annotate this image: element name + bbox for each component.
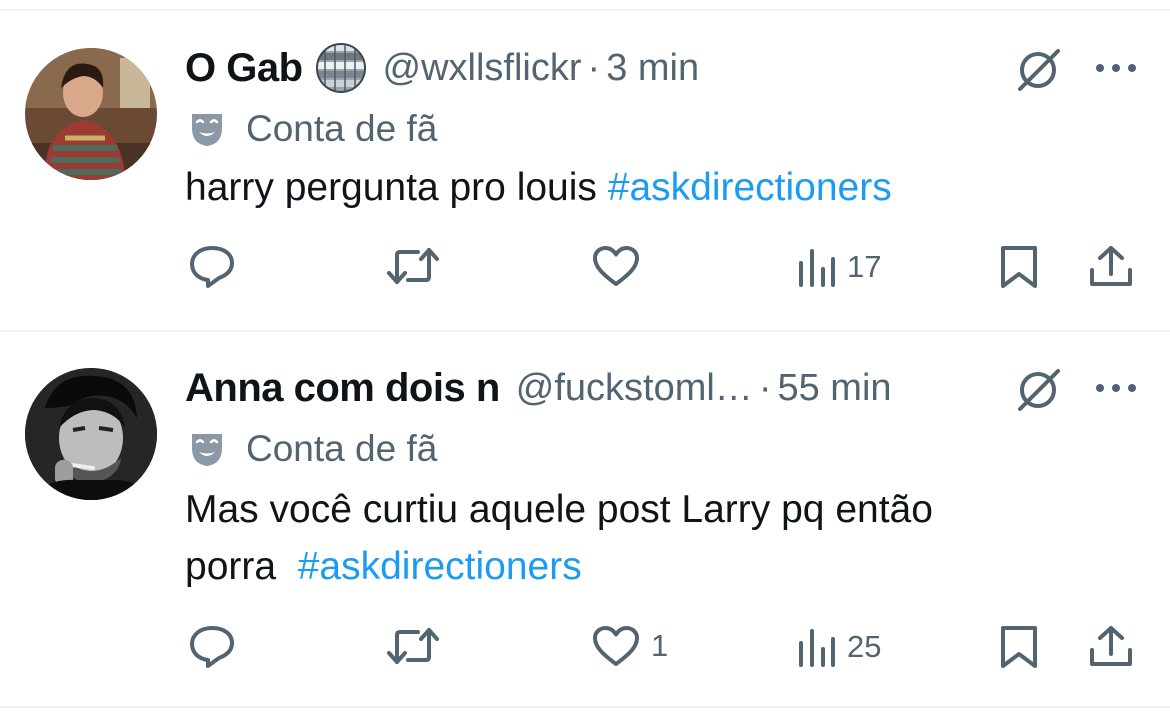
reply-icon — [190, 626, 234, 668]
account-label-text: Conta de fã — [246, 428, 438, 469]
more-options-icon[interactable] — [1093, 381, 1139, 395]
avatar[interactable] — [25, 48, 157, 180]
tweet-header: O Gab @wxllsflickr · 3 min — [185, 40, 699, 96]
retweet-icon — [387, 248, 439, 284]
tweet-header: Anna com dois n @fuckstoml… · 55 min — [185, 360, 892, 416]
user-handle[interactable]: @wxllsflickr — [383, 47, 582, 90]
retweet-icon — [387, 628, 439, 664]
tweet-text-line: Mas você curtiu aquele post Larry pq ent… — [185, 488, 933, 531]
hashtag-link[interactable]: #askdirectioners — [298, 545, 582, 588]
hashtag-link[interactable]: #askdirectioners — [608, 166, 892, 209]
separator-dot: · — [587, 46, 601, 89]
share-button[interactable] — [1088, 624, 1134, 668]
bookmark-icon — [1001, 246, 1037, 288]
tweet-2[interactable]: Anna com dois n @fuckstoml… · 55 min Con… — [0, 332, 1170, 702]
grok-icon[interactable] — [1014, 45, 1064, 95]
display-name[interactable]: Anna com dois n — [185, 366, 500, 411]
retweet-button[interactable] — [386, 626, 450, 666]
timestamp[interactable]: 3 min — [606, 47, 699, 90]
bookmark-button[interactable] — [999, 244, 1039, 290]
views-chart-icon — [799, 249, 835, 287]
bottom-divider — [0, 706, 1170, 708]
more-options-icon[interactable] — [1093, 61, 1139, 75]
separator-dot: · — [758, 366, 772, 409]
bookmark-button[interactable] — [999, 624, 1039, 670]
display-name[interactable]: O Gab — [185, 46, 303, 91]
tweet-text: Mas você curtiu aquele post Larry pq ent… — [185, 481, 933, 595]
timestamp[interactable]: 55 min — [777, 367, 891, 410]
views-chart-icon — [799, 629, 835, 667]
bookmark-icon — [1001, 626, 1037, 668]
share-icon — [1090, 246, 1132, 286]
tweet-text-line: porra #askdirectioners — [185, 545, 582, 588]
share-icon — [1090, 626, 1132, 666]
views-button[interactable]: 17 — [797, 247, 881, 287]
heart-icon — [593, 246, 639, 286]
user-handle[interactable]: @fuckstoml… — [516, 367, 753, 410]
theater-mask-icon — [192, 114, 222, 146]
share-button[interactable] — [1088, 244, 1134, 288]
like-count: 1 — [651, 628, 669, 663]
reply-icon — [190, 246, 234, 288]
account-label-text: Conta de fã — [246, 108, 438, 149]
avatar[interactable] — [25, 368, 157, 500]
account-label[interactable]: Conta de fã — [188, 424, 437, 474]
like-button[interactable] — [591, 244, 651, 288]
heart-icon — [593, 626, 639, 666]
tweet-text-line: harry pergunta pro louis #askdirectioner… — [185, 166, 892, 209]
reply-button[interactable] — [188, 244, 246, 288]
theater-mask-icon — [192, 434, 222, 466]
grok-icon[interactable] — [1014, 365, 1064, 415]
reply-button[interactable] — [188, 624, 246, 668]
views-count: 25 — [847, 629, 882, 664]
tweet-1[interactable]: O Gab @wxllsflickr · 3 min Conta de fã h… — [0, 0, 1170, 330]
account-label[interactable]: Conta de fã — [188, 104, 437, 154]
disco-ball-icon — [315, 42, 367, 94]
retweet-button[interactable] — [386, 246, 450, 286]
views-count: 17 — [847, 249, 882, 284]
like-button[interactable]: 1 — [591, 624, 668, 668]
views-button[interactable]: 25 — [797, 627, 881, 667]
tweet-text: harry pergunta pro louis #askdirectioner… — [185, 159, 892, 216]
